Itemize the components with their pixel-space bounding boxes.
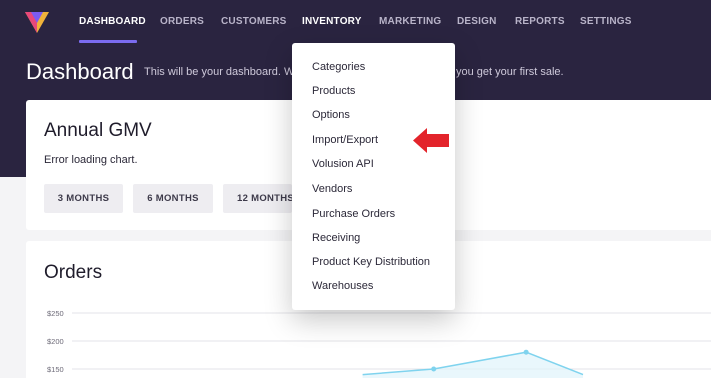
nav-dashboard[interactable]: DASHBOARD bbox=[79, 16, 146, 27]
menu-item-volusion-api[interactable]: Volusion API bbox=[312, 158, 374, 170]
page-title: Dashboard bbox=[26, 59, 134, 84]
menu-item-products[interactable]: Products bbox=[312, 85, 355, 97]
nav-marketing[interactable]: MARKETING bbox=[379, 16, 441, 27]
volusion-logo-icon[interactable] bbox=[24, 9, 50, 35]
orders-title: Orders bbox=[44, 262, 103, 283]
menu-item-product-key-distribution[interactable]: Product Key Distribution bbox=[312, 256, 430, 268]
nav-reports[interactable]: REPORTS bbox=[515, 16, 565, 27]
menu-item-import-export[interactable]: Import/Export bbox=[312, 134, 378, 146]
nav-design[interactable]: DESIGN bbox=[457, 16, 497, 27]
menu-item-purchase-orders[interactable]: Purchase Orders bbox=[312, 208, 395, 220]
range-6-months-button[interactable]: 6 MONTHS bbox=[133, 184, 213, 213]
menu-item-vendors[interactable]: Vendors bbox=[312, 183, 352, 195]
annual-gmv-title: Annual GMV bbox=[44, 120, 152, 141]
nav-inventory[interactable]: INVENTORY bbox=[302, 16, 362, 27]
page-subtitle: This will be your dashboard. W bbox=[144, 66, 295, 78]
chart-error-message: Error loading chart. bbox=[44, 154, 138, 166]
menu-item-receiving[interactable]: Receiving bbox=[312, 232, 360, 244]
inventory-dropdown-menu: Categories Products Options Import/Expor… bbox=[292, 43, 455, 310]
menu-item-options[interactable]: Options bbox=[312, 109, 350, 121]
range-3-months-button[interactable]: 3 MONTHS bbox=[44, 184, 123, 213]
nav-customers[interactable]: CUSTOMERS bbox=[221, 16, 287, 27]
menu-item-categories[interactable]: Categories bbox=[312, 61, 365, 73]
red-arrow-icon bbox=[413, 128, 449, 153]
range-12-months-button[interactable]: 12 MONTHS bbox=[223, 184, 292, 213]
active-tab-indicator bbox=[79, 40, 137, 43]
nav-settings[interactable]: SETTINGS bbox=[580, 16, 632, 27]
page-subtitle-end: you get your first sale. bbox=[456, 66, 564, 78]
nav-orders[interactable]: ORDERS bbox=[160, 16, 204, 27]
menu-item-warehouses[interactable]: Warehouses bbox=[312, 280, 373, 292]
